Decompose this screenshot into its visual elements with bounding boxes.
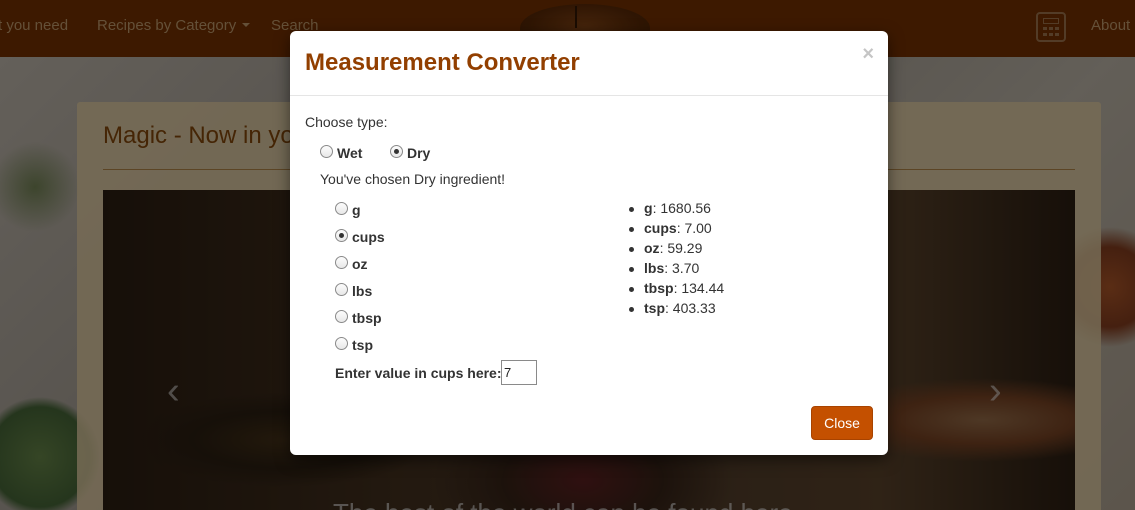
result-value: : 403.33 xyxy=(665,300,716,316)
radio-unit-label: tsp xyxy=(352,337,373,353)
result-item: g: 1680.56 xyxy=(628,200,724,220)
modal-header: Measurement Converter × xyxy=(290,31,888,96)
result-unit: tbsp xyxy=(644,280,674,296)
result-unit: cups xyxy=(644,220,677,236)
result-unit: g xyxy=(644,200,653,216)
radio-unit-label: lbs xyxy=(352,283,373,299)
radio-unit-cups[interactable] xyxy=(335,229,348,242)
choose-type-label: Choose type: xyxy=(305,114,388,130)
radio-unit-label: cups xyxy=(352,229,385,245)
result-unit: oz xyxy=(644,240,660,256)
radio-unit-label: tbsp xyxy=(352,310,382,326)
result-value: : 1680.56 xyxy=(652,200,711,216)
result-item: tsp: 403.33 xyxy=(628,300,724,320)
result-value: : 3.70 xyxy=(664,260,700,276)
radio-unit-oz[interactable] xyxy=(335,256,348,269)
result-value: : 59.29 xyxy=(659,240,703,256)
radio-unit-tbsp[interactable] xyxy=(335,310,348,323)
result-item: cups: 7.00 xyxy=(628,220,724,240)
conversion-results: g: 1680.56 cups: 7.00 oz: 59.29 lbs: 3.7… xyxy=(628,200,725,320)
result-unit: tsp xyxy=(644,300,665,316)
chosen-message: You've chosen Dry ingredient! xyxy=(320,171,506,187)
result-item: oz: 59.29 xyxy=(628,240,724,260)
radio-unit-label: oz xyxy=(352,256,368,272)
radio-unit-tsp[interactable] xyxy=(335,337,348,350)
result-unit: lbs xyxy=(644,260,665,276)
value-input[interactable] xyxy=(501,360,537,385)
radio-unit-label: g xyxy=(352,202,361,218)
result-item: lbs: 3.70 xyxy=(628,260,724,280)
value-input-label: Enter value in cups here: xyxy=(335,365,502,381)
modal-title: Measurement Converter xyxy=(305,49,580,76)
result-value: : 134.44 xyxy=(673,280,725,296)
close-button[interactable]: Close xyxy=(811,406,873,440)
close-icon[interactable]: × xyxy=(862,44,874,64)
radio-dry-label: Dry xyxy=(407,145,431,161)
radio-dry[interactable] xyxy=(390,145,403,158)
radio-wet-label: Wet xyxy=(337,145,363,161)
radio-wet[interactable] xyxy=(320,145,333,158)
result-item: tbsp: 134.44 xyxy=(628,280,725,300)
result-value: : 7.00 xyxy=(676,220,712,236)
radio-unit-lbs[interactable] xyxy=(335,283,348,296)
radio-unit-g[interactable] xyxy=(335,202,348,215)
measurement-converter-dialog: Measurement Converter × Choose type: Wet… xyxy=(290,31,888,455)
